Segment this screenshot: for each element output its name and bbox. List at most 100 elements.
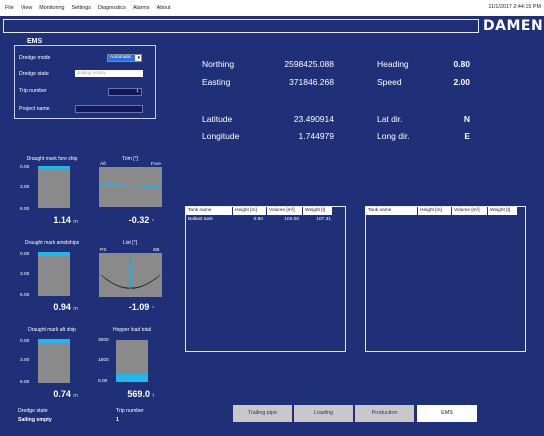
trip-number-label: Trip number [19, 88, 47, 94]
ems-panel-title: EMS [25, 38, 45, 45]
fore-tick-2: 6.00 [20, 207, 30, 212]
status-dredge-state-value: Sailing empty [18, 417, 52, 423]
aft-tick-1: 3.00 [20, 358, 30, 363]
ems-button[interactable]: EMS [417, 405, 477, 422]
col-weight-right[interactable]: Weight [t] [488, 207, 518, 215]
hopper-load-fill [116, 374, 148, 382]
hopper-tick-2: 0.00 [98, 379, 108, 384]
amid-draught-value: 0.94 [53, 302, 71, 312]
fore-draught-readout: 1.14 m [30, 215, 78, 225]
production-button[interactable]: Production [355, 405, 414, 422]
dredge-mode-dropdown[interactable]: Automatic ▾ [107, 54, 142, 62]
easting-label: Easting [202, 77, 231, 87]
fore-tick-0: 0.00 [20, 165, 30, 170]
aft-draught-value: 0.74 [53, 389, 71, 399]
status-dredge-state-label: Dredge state [18, 408, 48, 414]
trim-value: -0.32 [128, 215, 150, 225]
list-readout: -1.09 ° [110, 302, 154, 312]
menu-file[interactable]: File [5, 5, 14, 11]
hopper-tick-1: 1500 [98, 358, 109, 363]
heading-label: Heading [377, 59, 409, 69]
fore-draught-value: 1.14 [53, 215, 71, 225]
menu-about[interactable]: About [157, 5, 171, 11]
lat-dir-value: N [463, 114, 470, 124]
chevron-down-icon[interactable]: ▾ [137, 55, 140, 61]
menu-bar: File View Monitoring Settings Diagnostic… [0, 0, 544, 16]
aft-tick-2: 6.00 [20, 380, 30, 385]
col-tank-name[interactable]: Tank name [186, 207, 233, 215]
fore-tick-1: 3.00 [20, 185, 30, 190]
aft-draught-unit: m [73, 393, 78, 399]
menu-view[interactable]: View [21, 5, 33, 11]
dredge-state-label: Dredge state [19, 71, 49, 77]
status-trip-number-value: 1 [116, 417, 119, 423]
cell-weight: 107.31 [316, 217, 331, 222]
fore-draught-gauge [38, 166, 70, 208]
heading-value: 0.80 [453, 59, 470, 69]
fore-draught-fill [38, 166, 70, 169]
col-volume[interactable]: Volume [m³] [267, 207, 303, 215]
amid-draught-fill [38, 252, 70, 256]
long-dir-label: Long dir. [377, 131, 410, 141]
col-tank-name-right[interactable]: Tank name [366, 207, 418, 215]
dredge-mode-value: Automatic [108, 55, 135, 61]
amid-draught-gauge [38, 252, 70, 296]
list-gauge [99, 253, 162, 297]
trim-unit: ° [151, 219, 154, 225]
cell-height: 0.60 [253, 217, 263, 222]
dredge-state-field: Sailing empty [75, 70, 143, 77]
latitude-label: Latitude [202, 114, 233, 124]
col-volume-right[interactable]: Volume [m³] [452, 207, 488, 215]
hopper-load-readout: 569.0 t [106, 389, 154, 399]
aft-draught-readout: 0.74 m [30, 389, 78, 399]
latitude-value: 23.490914 [293, 114, 334, 124]
amid-tick-0: 0.00 [20, 252, 30, 257]
trim-indicator-icon [99, 183, 162, 188]
list-label: List [°] [123, 240, 137, 246]
hopper-tank-table: Tank name Height [m] Volume [m³] Weight … [365, 206, 526, 352]
fore-draught-label: Draught mark fore ship [26, 156, 78, 162]
ballast-tank-table: Tank name Height [m] Volume [m³] Weight … [185, 206, 346, 352]
aft-draught-label: Draught mark aft ship [28, 327, 76, 333]
list-value: -1.09 [128, 302, 150, 312]
amid-draught-readout: 0.94 m [30, 302, 78, 312]
trim-gauge [99, 167, 162, 207]
hopper-table-header: Tank name Height [m] Volume [m³] Weight … [366, 207, 518, 215]
speed-label: Speed [377, 77, 402, 87]
trailing-pipe-button[interactable]: Trailing pipe [233, 405, 292, 422]
col-height[interactable]: Height [m] [233, 207, 267, 215]
status-trip-number-label: Trip number [116, 408, 144, 414]
cell-tank-name: Ballast tank [188, 217, 213, 222]
trip-number-field[interactable]: 1 [108, 88, 142, 96]
hopper-load-gauge [116, 340, 148, 382]
loading-button[interactable]: Loading [294, 405, 353, 422]
trim-readout: -0.32 ° [110, 215, 154, 225]
list-unit: ° [151, 306, 154, 312]
col-height-right[interactable]: Height [m] [418, 207, 452, 215]
aft-draught-fill [38, 339, 70, 343]
menu-settings[interactable]: Settings [71, 5, 90, 11]
northing-label: Northing [202, 59, 235, 69]
lat-dir-label: Lat dir. [377, 114, 403, 124]
amid-tick-2: 6.00 [20, 293, 30, 298]
long-dir-value: E [464, 131, 470, 141]
menu-alarms[interactable]: Alarms [133, 5, 150, 11]
amid-draught-unit: m [73, 306, 78, 312]
menu-diagnostics[interactable]: Diagnostics [98, 5, 126, 11]
hopper-load-value: 569.0 [127, 389, 150, 399]
easting-value: 371846.268 [289, 77, 334, 87]
damen-logo: DAMEN [483, 18, 544, 34]
amid-draught-label: Draught mark amidships [24, 240, 80, 246]
table-row[interactable]: Ballast tank 0.60 104.00 107.31 [186, 216, 333, 224]
dredge-mode-label: Dredge mode [19, 55, 51, 61]
menu-monitoring[interactable]: Monitoring [39, 5, 64, 11]
fore-draught-unit: m [73, 219, 78, 225]
aft-draught-gauge [38, 339, 70, 383]
amid-tick-1: 3.00 [20, 272, 30, 277]
col-weight[interactable]: Weight [t] [303, 207, 333, 215]
hopper-load-unit: t [152, 393, 154, 399]
speed-value: 2.00 [453, 77, 470, 87]
longitude-value: 1.744979 [298, 131, 334, 141]
clock: 11/1/2017 2:44:15 PM [488, 4, 541, 10]
project-name-field[interactable] [75, 105, 143, 113]
